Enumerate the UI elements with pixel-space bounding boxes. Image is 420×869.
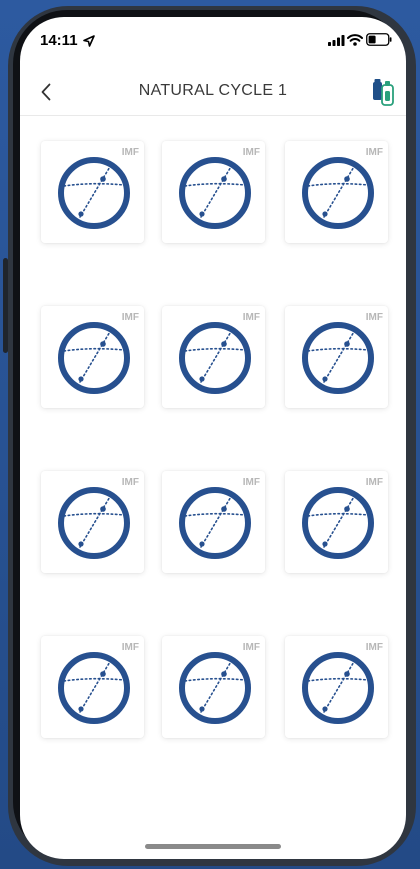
grid-card[interactable]: IMF [41, 471, 144, 573]
home-indicator[interactable] [145, 844, 281, 849]
grid-card[interactable]: IMF [285, 471, 388, 573]
grid-card[interactable]: IMF [285, 636, 388, 738]
cycle-diagram-icon [58, 322, 130, 394]
grid-card[interactable]: IMF [162, 471, 265, 573]
cycle-diagram-icon [302, 487, 374, 559]
grid-card[interactable]: IMF [41, 636, 144, 738]
cycle-diagram-icon [179, 322, 251, 394]
grid-card[interactable]: IMF [162, 141, 265, 243]
wifi-icon [347, 34, 363, 46]
app-screen: 14:11 NATURAL CYCLE 1 IMF IMF IMF IMF IM… [20, 17, 406, 859]
signal-icon [328, 35, 345, 46]
status-time: 14:11 [40, 32, 78, 49]
grid-card[interactable]: IMF [41, 141, 144, 243]
grid-card[interactable]: IMF [162, 636, 265, 738]
cycle-diagram-icon [58, 487, 130, 559]
cycle-diagram-icon [179, 487, 251, 559]
location-arrow-icon [83, 35, 95, 47]
cycle-diagram-icon [302, 157, 374, 229]
grid-card[interactable]: IMF [285, 141, 388, 243]
cycle-diagram-icon [179, 652, 251, 724]
grid-card[interactable]: IMF [41, 306, 144, 408]
cycle-diagram-icon [58, 652, 130, 724]
cycle-diagram-icon [302, 322, 374, 394]
nav-bar: NATURAL CYCLE 1 [20, 69, 406, 116]
cycle-diagram-icon [58, 157, 130, 229]
battery-icon [366, 33, 392, 46]
page-title: NATURAL CYCLE 1 [138, 82, 288, 99]
grid-card[interactable]: IMF [285, 306, 388, 408]
cycle-diagram-icon [179, 157, 251, 229]
status-bar: 14:11 [20, 17, 406, 65]
cycle-diagram-icon [302, 652, 374, 724]
grid-card[interactable]: IMF [162, 306, 265, 408]
phone-side-button [3, 258, 8, 353]
medication-bottle-icon[interactable] [370, 77, 398, 107]
